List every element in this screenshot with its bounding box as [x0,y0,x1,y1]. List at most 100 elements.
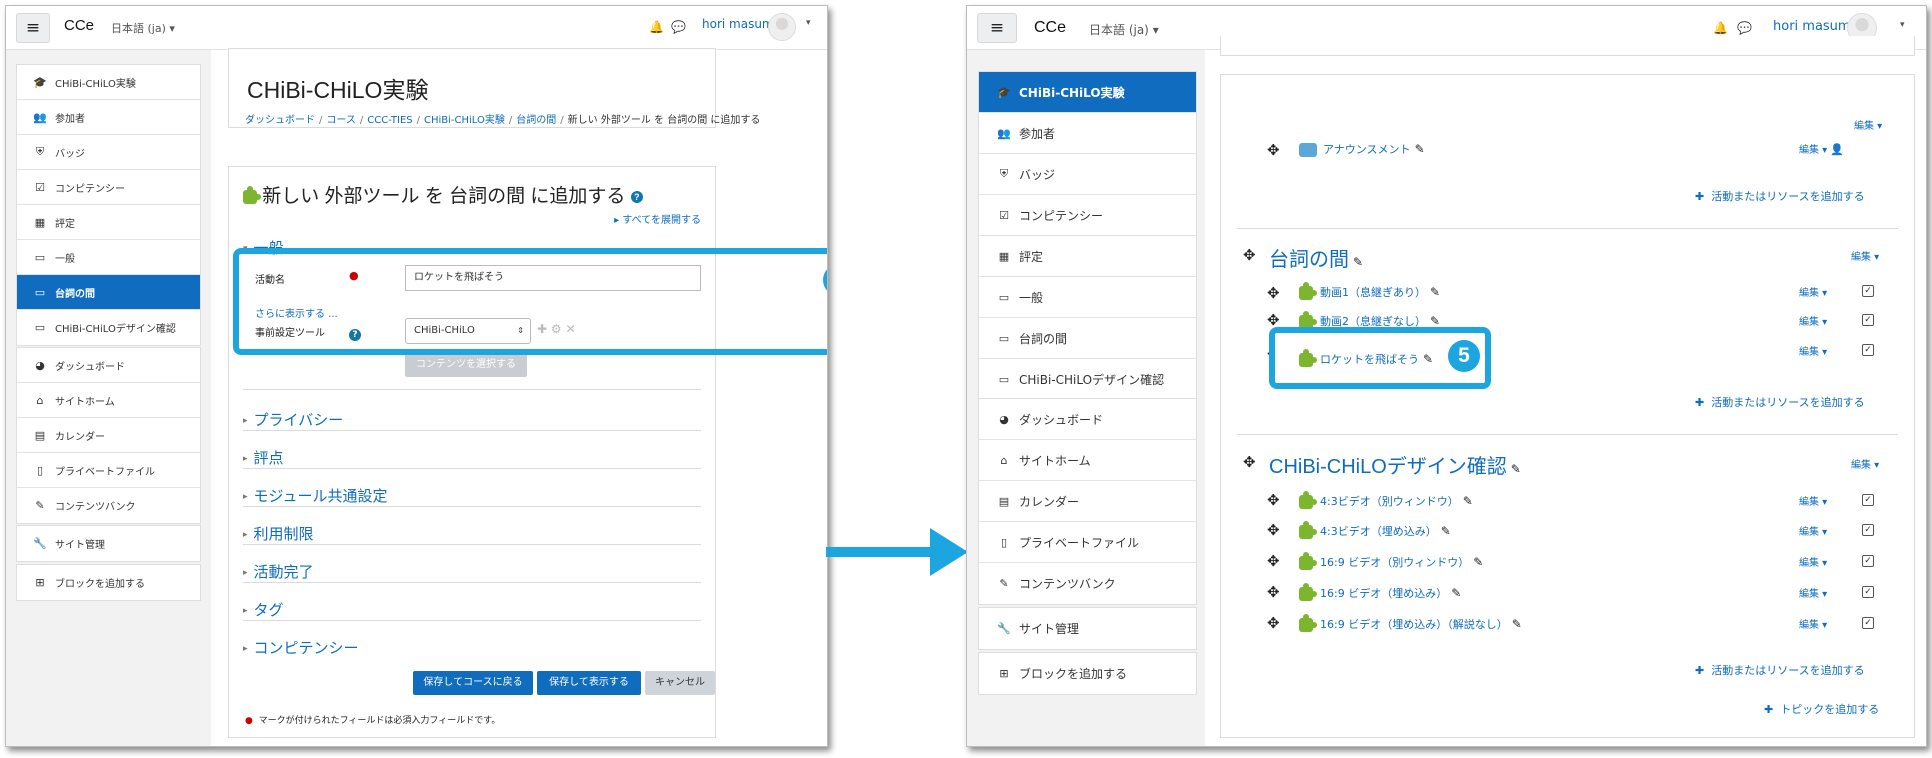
user-menu-chevron-down-icon[interactable]: ▾ [1900,20,1905,30]
section-title-design-check[interactable]: CHiBi-CHiLOデザイン確認 ✎ [1269,450,1521,479]
user-name[interactable]: hori masumi [1773,19,1854,34]
hamburger-menu-button[interactable]: ≡ [16,13,50,43]
sidebar-item-badges[interactable]: ⛨ バッジ [17,135,200,170]
sidebar-item-general[interactable]: ▭ 一般 [979,277,1196,318]
move-icon[interactable]: ✥ [1267,141,1280,159]
help-icon[interactable]: ? [630,190,643,203]
language-menu[interactable]: 日本語 (ja) ▾ [1089,21,1159,38]
pencil-icon[interactable]: ✎ [1430,285,1440,299]
completion-checkbox[interactable]: ✓ [1862,617,1874,629]
sidebar-item-general[interactable]: ▭ 一般 [17,240,200,275]
sidebar-item-grades[interactable]: ▦ 評定 [17,205,200,240]
avatar[interactable] [768,13,796,41]
pencil-icon[interactable]: ✎ [1512,617,1522,631]
sidebar-item-dashboard[interactable]: ◕ ダッシュボード [979,399,1196,440]
add-resource-link[interactable]: ✚ 活動またはリソースを追加する [1695,188,1865,204]
bell-icon[interactable]: 🔔 [649,20,664,34]
message-icon[interactable]: 💬 [671,20,686,34]
activity-43-window[interactable]: 4:3ビデオ（別ウィンドウ） ✎ [1299,491,1473,509]
move-icon[interactable]: ✥ [1267,521,1280,539]
activity-169-embed-nocomment[interactable]: 16:9 ビデオ（埋め込み）（解説なし） ✎ [1299,614,1522,632]
breadcrumb-course[interactable]: CHiBi-CHiLO実験 [424,115,505,126]
completion-checkbox[interactable]: ✓ [1862,555,1874,567]
sidebar-item-design-check[interactable]: ▭ CHiBi-CHiLOデザイン確認 [979,359,1196,400]
sidebar-item-calendar[interactable]: ▤ カレンダー [17,418,200,453]
save-display-button[interactable]: 保存して表示する [537,671,641,695]
activity-169-embed[interactable]: 16:9 ビデオ（埋め込み） ✎ [1299,583,1461,601]
pencil-icon[interactable]: ✎ [1441,524,1451,538]
section-completion[interactable]: ▸ 活動完了 [243,561,314,582]
section-module-settings[interactable]: ▸ モジュール共通設定 [243,485,387,506]
edit-menu[interactable]: 編集 ▾ [1799,313,1827,328]
move-icon[interactable]: ✥ [1243,453,1256,471]
breadcrumb-section[interactable]: 台詞の間 [516,115,556,126]
section-privacy[interactable]: ▸ プライバシー [243,409,343,430]
pencil-icon[interactable]: ✎ [1511,462,1521,476]
move-icon[interactable]: ✥ [1267,583,1280,601]
pencil-icon[interactable]: ✎ [1473,555,1483,569]
sidebar-item-grades[interactable]: ▦ 評定 [979,236,1196,277]
sidebar-item-site-admin[interactable]: 🔧 サイト管理 [17,526,200,561]
breadcrumb-category[interactable]: CCC-TIES [367,115,412,126]
move-icon[interactable]: ✥ [1243,246,1256,264]
section-restrictions[interactable]: ▸ 利用制限 [243,523,314,544]
sidebar-item-design-check[interactable]: ▭ CHiBi-CHiLOデザイン確認 [17,310,200,345]
sidebar-item-site-admin[interactable]: 🔧 サイト管理 [979,608,1196,649]
section-competencies[interactable]: ▸ コンピテンシー [243,637,359,658]
site-brand[interactable]: CCe [1034,19,1066,37]
completion-checkbox[interactable]: ✓ [1862,285,1874,297]
move-icon[interactable]: ✥ [1267,491,1280,509]
breadcrumb-dashboard[interactable]: ダッシュボード [245,115,315,126]
sidebar-item-site-home[interactable]: ⌂ サイトホーム [979,440,1196,481]
language-menu[interactable]: 日本語 (ja) ▾ [111,20,175,36]
announcement-link[interactable]: アナウンスメント ✎ [1299,141,1425,157]
sidebar-item-content-bank[interactable]: ✎ コンテンツバンク [17,488,200,523]
pencil-icon[interactable]: ✎ [1463,494,1473,508]
sidebar-item-add-block[interactable]: ⊞ ブロックを追加する [17,565,200,600]
move-icon[interactable]: ✥ [1267,284,1280,302]
edit-menu[interactable]: 編集 ▾ [1799,493,1827,508]
sidebar-item-add-block[interactable]: ⊞ ブロックを追加する [979,653,1196,694]
sidebar-item-badges[interactable]: ⛨ バッジ [979,154,1196,195]
add-topic-link[interactable]: ✚ トピックを追加する [1764,701,1879,717]
edit-menu[interactable]: 編集 ▾ [1799,343,1827,358]
bell-icon[interactable]: 🔔 [1713,21,1728,35]
sidebar-item-serifu[interactable]: ▭ 台詞の間 [17,275,200,310]
sidebar-item-participants[interactable]: 👥 参加者 [17,100,200,135]
edit-menu[interactable]: 編集 ▾ [1851,248,1879,263]
activity-169-window[interactable]: 16:9 ビデオ（別ウィンドウ） ✎ [1299,552,1483,570]
completion-checkbox[interactable]: ✓ [1862,344,1874,356]
edit-menu[interactable]: 編集 ▾ [1851,456,1879,471]
cancel-button[interactable]: キャンセル [645,671,715,695]
section-tags[interactable]: ▸ タグ [243,599,284,620]
completion-checkbox[interactable]: ✓ [1862,524,1874,536]
activity-43-embed[interactable]: 4:3ビデオ（埋め込み） ✎ [1299,521,1451,539]
sidebar-item-content-bank[interactable]: ✎ コンテンツバンク [979,563,1196,604]
sidebar-item-course[interactable]: 🎓 CHiBi-CHiLO実験 [17,65,200,100]
pencil-icon[interactable]: ✎ [1451,586,1461,600]
sidebar-item-participants[interactable]: 👥 参加者 [979,113,1196,154]
hamburger-menu-button[interactable]: ≡ [977,13,1017,43]
sidebar-item-competencies[interactable]: ☑ コンピテンシー [979,195,1196,236]
sidebar-item-dashboard[interactable]: ◕ ダッシュボード [17,348,200,383]
user-menu-chevron-down-icon[interactable]: ▾ [806,18,811,28]
completion-checkbox[interactable]: ✓ [1862,586,1874,598]
user-name[interactable]: hori masumi [702,17,777,31]
edit-menu[interactable]: 編集 ▾ [1854,117,1882,132]
sidebar-item-serifu[interactable]: ▭ 台詞の間 [979,318,1196,359]
sidebar-item-competencies[interactable]: ☑ コンピテンシー [17,170,200,205]
move-icon[interactable]: ✥ [1267,614,1280,632]
edit-menu[interactable]: 編集 ▾ [1799,523,1827,538]
site-brand[interactable]: CCe [64,17,94,34]
section-grade[interactable]: ▸ 評点 [243,447,284,468]
pencil-icon[interactable]: ✎ [1423,352,1433,366]
select-content-button[interactable]: コンテンツを選択する [405,353,527,377]
sidebar-item-course[interactable]: 🎓 CHiBi-CHiLO実験 [979,72,1196,113]
section-title-serifu[interactable]: 台詞の間 ✎ [1269,243,1363,272]
add-resource-link[interactable]: ✚ 活動またはリソースを追加する [1695,662,1865,678]
sidebar-item-private-files[interactable]: ▯ プライベートファイル [979,522,1196,563]
move-icon[interactable]: ✥ [1267,552,1280,570]
edit-menu[interactable]: 編集 ▾ [1799,585,1827,600]
edit-menu[interactable]: 編集 ▾ [1799,284,1827,299]
sidebar-item-calendar[interactable]: ▤ カレンダー [979,481,1196,522]
